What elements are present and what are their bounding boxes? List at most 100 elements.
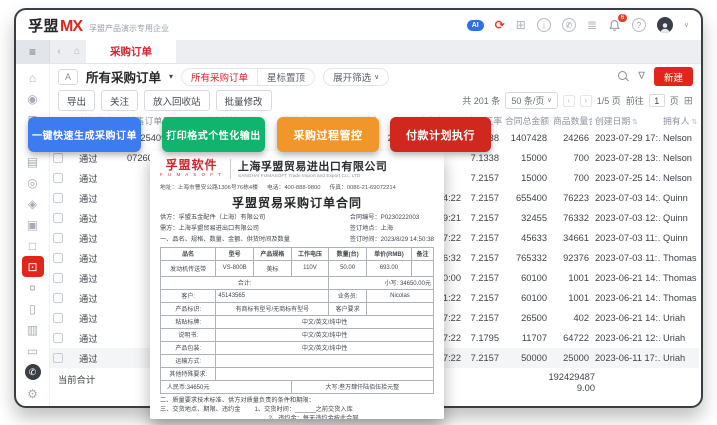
toolbar-button-放入回收站[interactable]: 放入回收站	[144, 90, 210, 111]
sidebar-item-support[interactable]: ✆	[25, 364, 41, 380]
sidebar-item-notes[interactable]: ▯	[22, 298, 44, 319]
row-checkbox[interactable]	[53, 313, 63, 323]
callout-button-一键快速生成采购订单[interactable]: 一键快速生成采购订单	[28, 117, 141, 152]
cell-owner: Thomas	[660, 293, 700, 303]
cell-cb	[50, 273, 76, 284]
cell-status: 通过	[76, 151, 124, 165]
service-icon[interactable]: ⟳	[495, 18, 505, 32]
purchase-contract-document: 孚盟软件 F U M A S O F T 上海孚盟贸易进出口有限公司 SANGH…	[150, 151, 444, 419]
sidebar-item-home[interactable]: ⌂	[22, 67, 44, 88]
cell-status: 通过	[76, 331, 124, 345]
toolbar-button-关注[interactable]: 关注	[101, 90, 138, 111]
row-checkbox[interactable]	[53, 293, 63, 303]
goto-page-input[interactable]: 1	[649, 94, 665, 107]
phone-icon[interactable]: ✆	[562, 18, 576, 32]
cell-amount: 1407428	[502, 133, 550, 143]
cell-amount: 60100	[502, 293, 550, 303]
doc-supplier: 供方：孚盟五金配件（上海）有限公司	[160, 213, 290, 224]
row-checkbox[interactable]	[53, 273, 63, 283]
ai-assistant-icon[interactable]: AI	[467, 20, 484, 31]
tab-all-purchase-orders[interactable]: 所有采购订单	[182, 69, 258, 85]
row-checkbox[interactable]	[53, 193, 63, 203]
cell-created: 2023-06-21 14:…	[592, 293, 660, 303]
toolbar-button-批量修改[interactable]: 批量修改	[216, 90, 272, 111]
row-checkbox[interactable]	[53, 153, 63, 163]
tab-starred-pinned[interactable]: 星标置顶	[258, 70, 314, 84]
next-page-button[interactable]: ›	[580, 95, 592, 107]
sidebar-item-workbench[interactable]: ▭	[22, 340, 44, 361]
home-icon[interactable]: ⌂	[68, 40, 86, 63]
column-header-qty: 商品数量合计	[550, 114, 592, 127]
sidebar-item-documents[interactable]: ▤	[22, 151, 44, 172]
sidebar-item-finance[interactable]: ¤	[22, 277, 44, 298]
row-checkbox[interactable]	[53, 353, 63, 363]
cell-rate: 7.1795	[464, 333, 502, 343]
apps-grid-icon[interactable]: ⊞	[516, 18, 526, 32]
view-title-caret-icon[interactable]: ▾	[169, 72, 173, 81]
sidebar-item-procurement[interactable]: ⊡	[22, 256, 44, 277]
callout-button-采购过程管控[interactable]: 采购过程管控	[277, 117, 379, 152]
filter-funnel-icon[interactable]: ∇	[638, 71, 645, 82]
new-button[interactable]: 新建	[654, 67, 693, 86]
summary-amounts: 192429487 9.00	[530, 372, 598, 394]
row-checkbox[interactable]	[53, 333, 63, 343]
cell-status: 通过	[76, 211, 124, 225]
total-count: 共 201 条	[462, 94, 500, 107]
callout-button-付款计划执行[interactable]: 付款计划执行	[390, 117, 491, 152]
company-subtitle: 孚盟产品演示专用企业	[89, 23, 169, 34]
view-tabs: 所有采购订单 星标置顶	[181, 68, 315, 86]
menu-toggle-icon[interactable]: ≡	[16, 40, 50, 63]
doc-address-line: 地址：上海市曹安公路1306号76栋4楼 电话：400-888-9800 传真：…	[160, 182, 434, 191]
header-icons: ⟳ ⊞ ↓ ✆ ≣	[495, 18, 597, 32]
view-title[interactable]: 所有采购订单	[86, 67, 161, 86]
sidebar-item-customers[interactable]: ◉	[22, 88, 44, 109]
doc-company-en: SANGHAI FUMASOFT Trade Import and Export…	[238, 174, 388, 179]
cell-owner: Quinn	[660, 233, 700, 243]
cell-status: 通过	[76, 311, 124, 325]
cell-qty: 92376	[550, 253, 592, 263]
callout-button-打印格式个性化输出[interactable]: 打印格式个性化输出	[162, 117, 265, 152]
page-unit: 页	[670, 94, 679, 107]
row-checkbox[interactable]	[53, 253, 63, 263]
task-list-icon[interactable]: ≣	[587, 18, 597, 32]
cell-amount: 15000	[502, 173, 550, 183]
cell-status: 通过	[76, 231, 124, 245]
cell-status: 通过	[76, 271, 124, 285]
sidebar-item-settings[interactable]: ⚙	[22, 383, 44, 404]
notification-bell-icon[interactable]: 6	[608, 19, 621, 32]
prev-page-button[interactable]: ‹	[563, 95, 575, 107]
sidebar-item-marketing[interactable]: ◎	[22, 172, 44, 193]
doc-parties-left: 供方：孚盟五金配件（上海）有限公司 需方：上海孚盟贸易进出口有限公司 一、品名、…	[160, 213, 290, 246]
user-avatar[interactable]	[657, 17, 673, 33]
sidebar-item-analytics[interactable]: ▥	[22, 319, 44, 340]
back-chevron-icon[interactable]: ‹	[50, 40, 68, 63]
sidebar-item-business[interactable]: ▣	[22, 214, 44, 235]
cell-owner: Uriah	[660, 313, 700, 323]
cell-amount: 655400	[502, 193, 550, 203]
toolbar-button-导出[interactable]: 导出	[58, 90, 95, 111]
doc-clause3a: 1、交货时间：______之前交货入库	[254, 405, 358, 414]
cell-amount: 60100	[502, 273, 550, 283]
row-checkbox[interactable]	[53, 213, 63, 223]
cell-qty: 700	[550, 173, 592, 183]
avatar-chevron-down-icon[interactable]: ∨	[684, 21, 689, 29]
help-icon[interactable]: ?	[632, 18, 646, 32]
sidebar-item-products[interactable]: □	[22, 235, 44, 256]
row-checkbox[interactable]	[53, 233, 63, 243]
row-checkbox[interactable]	[53, 173, 63, 183]
sidebar-item-targets[interactable]: ◈	[22, 193, 44, 214]
cell-qty: 64722	[550, 333, 592, 343]
column-header-owner[interactable]: 拥有人 ⇅	[660, 114, 700, 127]
doc-header: 孚盟软件 F U M A S O F T 上海孚盟贸易进出口有限公司 SANGH…	[160, 158, 434, 179]
expand-filter-button[interactable]: 展开筛选 ∨	[323, 68, 389, 86]
download-icon[interactable]: ↓	[537, 18, 551, 32]
cell-cb	[50, 213, 76, 224]
cell-qty: 24266	[550, 133, 592, 143]
table-settings-icon[interactable]: ⊞	[684, 94, 693, 107]
tab-purchase-orders[interactable]: 采购订单	[86, 40, 176, 63]
view-switch-icon[interactable]: A	[58, 69, 78, 85]
search-icon[interactable]	[618, 71, 629, 82]
screenshot-stage: 孚盟 MX 孚盟产品演示专用企业 AI ⟳⊞↓✆≣ 6 ? ∨ ≡ ‹	[0, 0, 717, 425]
column-header-created[interactable]: 创建日期 ⇅	[592, 114, 660, 127]
page-size-select[interactable]: 50 条/页 ∨	[505, 92, 557, 109]
